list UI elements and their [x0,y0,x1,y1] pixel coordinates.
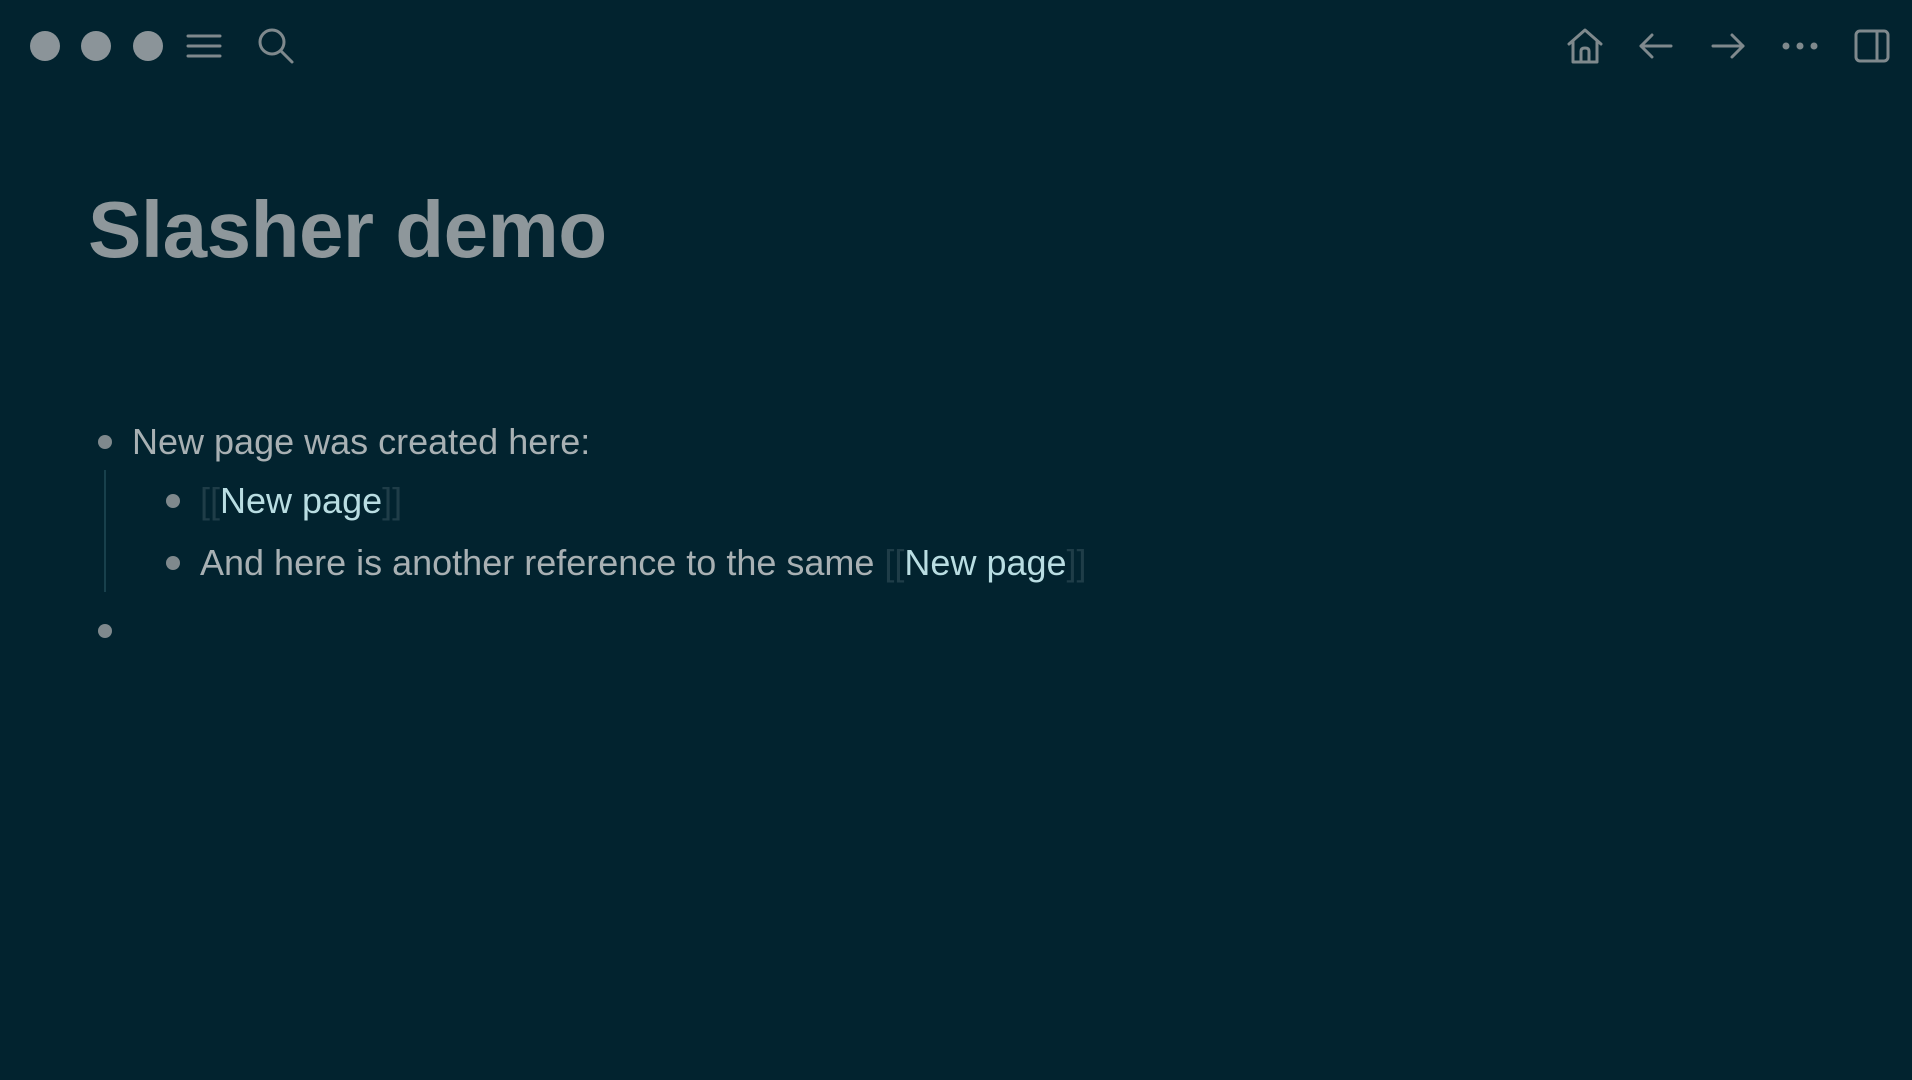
window-maximize-button[interactable] [133,31,163,61]
block-text: New page was created here: [132,421,591,462]
arrow-left-icon[interactable] [1635,25,1677,67]
block-bullet[interactable] [98,435,112,449]
block-1-child-2[interactable]: And here is another reference to the sam… [166,539,1087,587]
more-icon[interactable] [1779,25,1821,67]
app-window: Slasher demo New page was created here: … [0,0,1912,1080]
close-bracket: ]] [1066,542,1087,583]
page-reference: [[New page]] [200,480,402,522]
title-bar [0,0,1912,94]
block-bullet[interactable] [166,494,180,508]
page-link-new-page[interactable]: New page [904,542,1066,583]
block-bullet[interactable] [98,624,112,638]
children-guide-line [104,470,106,592]
open-bracket: [[ [200,480,221,521]
page-title[interactable]: Slasher demo [88,190,607,270]
open-bracket: [[ [884,542,905,583]
block-1[interactable]: New page was created here: [98,418,590,466]
page-reference: [[New page]] [884,542,1086,584]
window-close-button[interactable] [30,31,60,61]
arrow-right-icon[interactable] [1707,25,1749,67]
menu-icon[interactable] [183,25,225,67]
window-minimize-button[interactable] [81,31,111,61]
search-icon[interactable] [255,25,297,67]
close-bracket: ]] [382,480,403,521]
page-link-new-page[interactable]: New page [220,480,382,521]
block-bullet[interactable] [166,556,180,570]
sidebar-toggle-icon[interactable] [1851,25,1893,67]
home-icon[interactable] [1564,25,1606,67]
block-1-child-1[interactable]: [[New page]] [166,477,402,525]
block-2-empty[interactable] [98,607,498,655]
block-text: And here is another reference to the sam… [200,542,885,583]
